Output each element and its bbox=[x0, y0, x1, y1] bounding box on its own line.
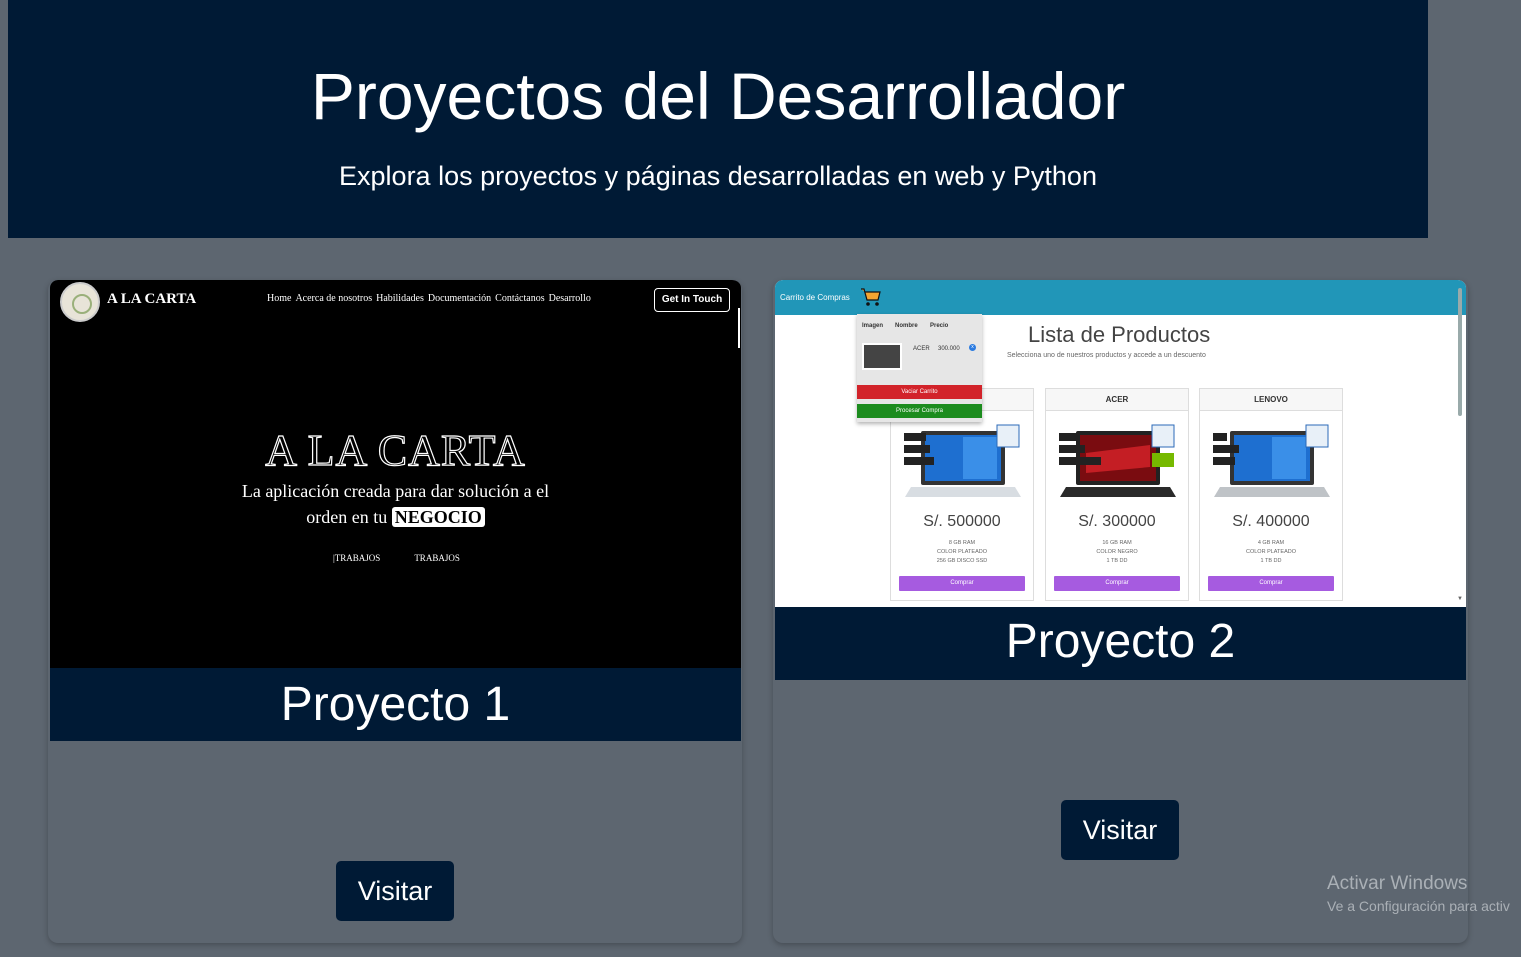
laptop-image bbox=[1213, 424, 1330, 497]
project-caption: Proyecto 1 bbox=[50, 668, 741, 741]
project-1-screenshot[interactable]: A LA CARTA Home Acerca de nosotros Habil… bbox=[50, 280, 741, 668]
scrollbar bbox=[1458, 288, 1462, 416]
hero-title: A LA CARTA bbox=[265, 425, 526, 475]
product-spec: 1 TB DD bbox=[1106, 558, 1128, 564]
product-price: S/. 500000 bbox=[923, 513, 1001, 530]
laptop-image bbox=[904, 424, 1021, 497]
page-title: Proyectos del Desarrollador bbox=[310, 59, 1126, 133]
nav-menu: Home Acerca de nosotros Habilidades Docu… bbox=[267, 293, 591, 304]
windows-activation-watermark: Activar Windows Ve a Configuración para … bbox=[1327, 873, 1510, 914]
product-card: ACER S/. 300000 16 GB RAM COLOR NEGRO 1 … bbox=[1045, 388, 1189, 601]
project-caption: Proyecto 2 bbox=[775, 607, 1466, 680]
scrollbar bbox=[738, 308, 740, 348]
cart-header: Imagen bbox=[862, 323, 884, 329]
cart-dropdown: Imagen Nombre Precio ACER 300.000 x Vaci… bbox=[857, 314, 982, 422]
buy-button: Comprar bbox=[1054, 576, 1180, 591]
nav-item: Acerca de nosotros bbox=[295, 293, 373, 304]
buy-button: Comprar bbox=[899, 576, 1025, 591]
top-bar: Carrito de Compras bbox=[775, 280, 1466, 315]
hero-links: |TRABAJOS TRABAJOS bbox=[333, 553, 460, 563]
cart-header: Nombre bbox=[895, 323, 918, 329]
product-spec: 16 GB RAM bbox=[1102, 540, 1132, 546]
hero-text: La aplicación creada para dar solución a… bbox=[210, 478, 581, 530]
project-card-2: Carrito de Compras ▼ Lista de Productos … bbox=[773, 280, 1468, 943]
project-card-1: A LA CARTA Home Acerca de nosotros Habil… bbox=[48, 280, 742, 943]
get-in-touch-button: Get In Touch bbox=[654, 288, 730, 312]
cart-title: Carrito de Compras bbox=[780, 293, 850, 302]
product-card: LENOVO S/. 400000 4 GB RAM COLOR PLATEAD… bbox=[1199, 388, 1343, 601]
product-spec: 1 TB DD bbox=[1260, 558, 1282, 564]
project-2-screenshot[interactable]: Carrito de Compras ▼ Lista de Productos … bbox=[775, 280, 1466, 607]
product-brand: LENOVO bbox=[1200, 389, 1342, 411]
hero-link: |TRABAJOS bbox=[333, 553, 381, 563]
nav-item: Desarrollo bbox=[548, 293, 591, 304]
nav-item: Contáctanos bbox=[495, 293, 545, 304]
hero-link: TRABAJOS bbox=[414, 553, 460, 563]
hero-highlight: NEGOCIO bbox=[391, 507, 485, 527]
product-price: S/. 400000 bbox=[1232, 513, 1310, 530]
buy-button: Comprar bbox=[1208, 576, 1334, 591]
empty-cart-button: Vaciar Carrito bbox=[857, 385, 982, 399]
watermark-line-2: Ve a Configuración para activ bbox=[1327, 898, 1510, 914]
cart-item-image bbox=[862, 343, 902, 370]
product-list-subtitle: Selecciona uno de nuestros productos y a… bbox=[1007, 352, 1206, 359]
product-spec: 4 GB RAM bbox=[1257, 540, 1285, 546]
product-price: S/. 300000 bbox=[1078, 513, 1156, 530]
cart-header: Precio bbox=[930, 323, 949, 329]
page-header: Proyectos del Desarrollador Explora los … bbox=[8, 0, 1428, 238]
page-subtitle: Explora los proyectos y páginas desarrol… bbox=[339, 161, 1097, 191]
product-spec: COLOR PLATEADO bbox=[1245, 549, 1297, 555]
watermark-line-1: Activar Windows bbox=[1327, 873, 1468, 894]
product-spec: 8 GB RAM bbox=[948, 540, 976, 546]
hero-line-2: orden en tu bbox=[306, 507, 388, 527]
cart-item-price: 300.000 bbox=[938, 346, 960, 352]
product-spec: 256 GB DISCO SSD bbox=[936, 558, 988, 564]
brand-name: A LA CARTA bbox=[107, 291, 197, 307]
cart-item-name: ACER bbox=[913, 346, 930, 352]
product-spec: COLOR NEGRO bbox=[1096, 549, 1138, 555]
scroll-down-arrow-icon: ▼ bbox=[1457, 596, 1463, 602]
remove-item-icon: x bbox=[969, 344, 976, 351]
shopping-cart-icon bbox=[861, 288, 881, 306]
checkout-button: Procesar Compra bbox=[857, 404, 982, 418]
product-list-title: Lista de Productos bbox=[1028, 322, 1211, 347]
visit-button[interactable]: Visitar bbox=[1061, 800, 1179, 860]
nav-item: Documentación bbox=[427, 293, 492, 304]
laptop-image bbox=[1059, 424, 1176, 497]
product-brand: ACER bbox=[1046, 389, 1188, 411]
visit-button[interactable]: Visitar bbox=[336, 861, 454, 921]
logo bbox=[60, 282, 100, 322]
product-spec: COLOR PLATEADO bbox=[936, 549, 988, 555]
hero-line-1: La aplicación creada para dar solución a… bbox=[241, 481, 550, 501]
nav-item: Habilidades bbox=[376, 293, 424, 304]
nav-item: Home bbox=[267, 293, 292, 304]
